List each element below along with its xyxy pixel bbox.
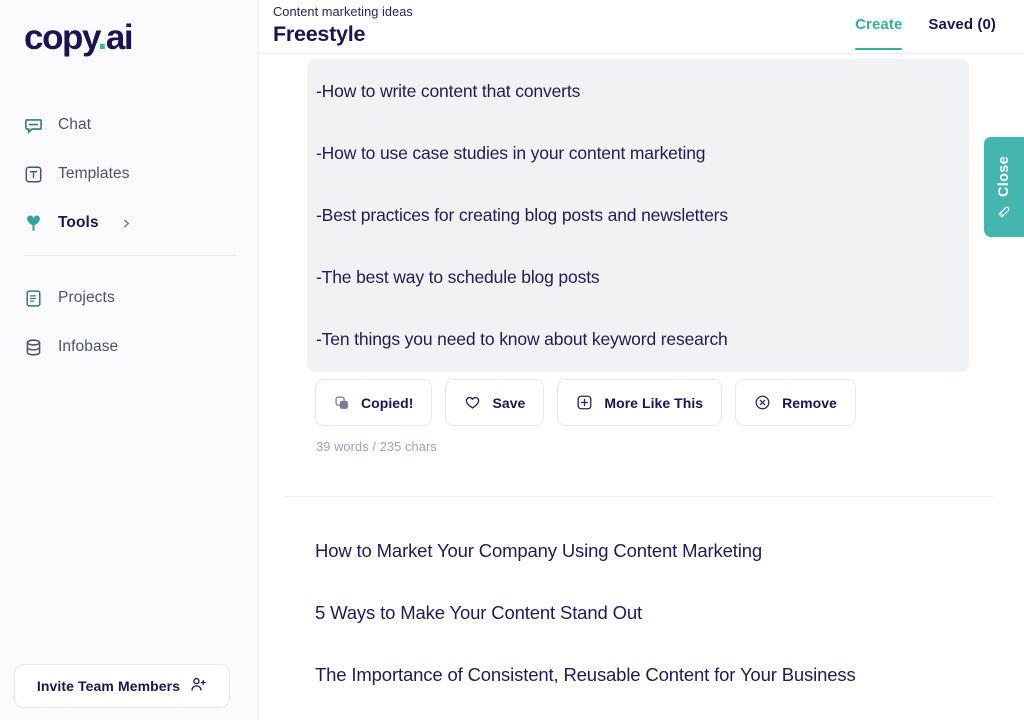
logo-text-ai: ai bbox=[105, 18, 134, 57]
document-icon bbox=[24, 289, 43, 308]
invite-team-members-button[interactable]: Invite Team Members bbox=[14, 664, 230, 708]
tab-create[interactable]: Create bbox=[855, 16, 903, 50]
logo-text-copy: copy bbox=[24, 18, 99, 57]
list-item[interactable]: The Importance of Consistent, Reusable C… bbox=[315, 663, 995, 686]
suggestion-list: How to Market Your Company Using Content… bbox=[315, 539, 995, 720]
database-icon bbox=[24, 338, 43, 357]
result-line: -The best way to schedule blog posts bbox=[316, 267, 600, 287]
invite-team-members-label: Invite Team Members bbox=[36, 678, 181, 694]
result-card[interactable]: -How to write content that converts -How… bbox=[307, 59, 969, 372]
sidebar-item-label: Infobase bbox=[58, 338, 119, 355]
content-area: -How to write content that converts -How… bbox=[259, 54, 1024, 720]
close-panel-label: Close bbox=[996, 155, 1012, 197]
sidebar: copy.ai Chat Templates Tools Projects In… bbox=[0, 0, 259, 720]
sidebar-primary-nav: Chat Templates Tools bbox=[0, 105, 259, 252]
list-item[interactable]: 5 Ways to Make Your Content Stand Out bbox=[315, 601, 995, 624]
sidebar-item-label: Projects bbox=[58, 289, 115, 306]
app-root: copy.ai Chat Templates Tools Projects In… bbox=[0, 0, 1024, 720]
remove-button-label: Remove bbox=[782, 394, 837, 411]
save-button[interactable]: Save bbox=[445, 379, 545, 426]
sidebar-item-projects[interactable]: Projects bbox=[0, 278, 259, 318]
template-icon bbox=[24, 165, 43, 184]
copy-icon bbox=[334, 395, 350, 411]
sidebar-item-templates[interactable]: Templates bbox=[0, 154, 259, 194]
more-like-this-label: More Like This bbox=[604, 394, 704, 411]
app-logo[interactable]: copy.ai bbox=[24, 18, 134, 57]
sidebar-item-tools[interactable]: Tools bbox=[0, 203, 259, 243]
save-button-label: Save bbox=[492, 394, 526, 411]
sidebar-item-chat[interactable]: Chat bbox=[0, 105, 259, 145]
close-panel-tab[interactable]: Close bbox=[984, 137, 1024, 237]
sidebar-item-label: Chat bbox=[58, 116, 92, 133]
chevron-right-icon bbox=[121, 218, 132, 229]
logo-dot: . bbox=[97, 18, 108, 57]
page-title: Freestyle bbox=[273, 22, 366, 46]
result-line: -Ten things you need to know about keywo… bbox=[316, 329, 728, 349]
list-item[interactable]: How to Market Your Company Using Content… bbox=[315, 539, 995, 562]
sidebar-divider bbox=[24, 255, 236, 256]
sidebar-secondary-nav: Projects Infobase bbox=[0, 278, 259, 376]
chat-bubble-icon bbox=[24, 116, 43, 135]
copy-button-label: Copied! bbox=[361, 394, 414, 411]
header-tabs: Create Saved (0) bbox=[855, 3, 996, 50]
more-like-this-button[interactable]: More Like This bbox=[557, 379, 723, 426]
sidebar-item-infobase[interactable]: Infobase bbox=[0, 327, 259, 367]
tab-saved[interactable]: Saved (0) bbox=[928, 16, 996, 50]
heart-icon bbox=[464, 394, 481, 411]
result-line: -How to write content that converts bbox=[316, 81, 581, 101]
result-line: -How to use case studies in your content… bbox=[316, 143, 706, 163]
word-count-label: 39 words / 235 chars bbox=[316, 439, 437, 454]
remove-button[interactable]: Remove bbox=[735, 379, 856, 426]
copy-button[interactable]: Copied! bbox=[315, 379, 433, 426]
breadcrumb: Content marketing ideas Freestyle bbox=[273, 3, 413, 48]
section-divider bbox=[285, 496, 993, 497]
user-plus-icon bbox=[190, 676, 207, 696]
plus-square-icon bbox=[576, 394, 593, 411]
breadcrumb-parent: Content marketing ideas bbox=[273, 4, 413, 19]
tools-icon bbox=[24, 214, 43, 233]
x-circle-icon bbox=[754, 394, 771, 411]
pen-icon bbox=[997, 204, 1012, 219]
sidebar-item-label: Tools bbox=[58, 214, 99, 231]
result-actions: Copied! Save More Like This Remove bbox=[315, 379, 856, 426]
result-line: -Best practices for creating blog posts … bbox=[316, 205, 728, 225]
page-header: Content marketing ideas Freestyle Create… bbox=[259, 0, 1024, 54]
main-panel: Content marketing ideas Freestyle Create… bbox=[259, 0, 1024, 720]
sidebar-item-label: Templates bbox=[58, 165, 130, 182]
